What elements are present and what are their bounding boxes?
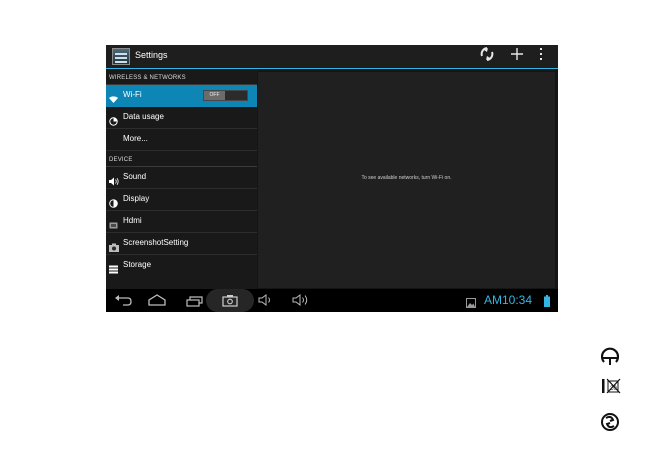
add-icon[interactable] — [507, 47, 527, 67]
sidebar-item-screenshot-setting[interactable]: ScreenshotSetting — [106, 233, 257, 255]
settings-app-icon[interactable] — [112, 48, 130, 65]
sidebar-item-wifi[interactable]: Wi-Fi OFF — [106, 85, 257, 107]
wifi-toggle[interactable]: OFF — [203, 90, 248, 101]
display-icon — [109, 195, 118, 208]
sidebar-item-label: Storage — [123, 260, 152, 269]
sidebar-item-display[interactable]: Display — [106, 189, 257, 211]
volume-up-icon[interactable] — [292, 293, 310, 308]
data-usage-icon — [109, 113, 118, 126]
system-navigation-bar: AM10:34 — [106, 289, 558, 312]
gallery-notification-icon[interactable] — [466, 295, 476, 310]
sidebar-item-more[interactable]: More... — [106, 129, 257, 151]
settings-sidebar: WIRELESS & NETWORKS Wi-Fi OFF Data usage… — [106, 69, 257, 289]
sidebar-item-sound[interactable]: Sound — [106, 167, 257, 189]
sound-icon — [109, 173, 119, 186]
sidebar-item-label: Hdmi — [123, 216, 142, 225]
category-header: DEVICE — [106, 151, 257, 167]
home-icon[interactable] — [148, 293, 166, 308]
storage-icon — [109, 261, 118, 274]
svg-text:20: 20 — [610, 386, 617, 392]
action-bar: Settings — [106, 45, 558, 69]
recycle-icon — [600, 412, 620, 437]
hdmi-icon — [109, 217, 118, 229]
tablet-screen: Settings WIRELESS & NETWORKS Wi-Fi OFF D… — [106, 45, 558, 312]
camera-icon — [109, 239, 119, 252]
sync-icon[interactable] — [477, 47, 497, 67]
screenshot-icon — [222, 294, 238, 312]
detail-pane: To see available networks, turn Wi-Fi on… — [258, 72, 555, 288]
sidebar-item-data-usage[interactable]: Data usage — [106, 107, 257, 129]
overflow-menu-icon[interactable] — [535, 47, 547, 67]
toggle-state: OFF — [209, 92, 220, 98]
sidebar-item-label: Wi-Fi — [123, 90, 142, 99]
page-title: Settings — [135, 50, 168, 60]
sidebar-item-hdmi[interactable]: Hdmi — [106, 211, 257, 233]
screenshot-button[interactable] — [206, 289, 254, 312]
category-header: WIRELESS & NETWORKS — [106, 69, 257, 85]
ce-mark-icon — [600, 345, 620, 370]
battery-icon[interactable] — [544, 294, 550, 309]
wifi-off-message: To see available networks, turn Wi-Fi on… — [361, 175, 452, 181]
back-icon[interactable] — [114, 293, 132, 308]
weee-icon: 20 — [602, 378, 622, 399]
clock[interactable]: AM10:34 — [484, 293, 532, 307]
sidebar-item-label: Data usage — [123, 112, 164, 121]
sidebar-item-label: Display — [123, 194, 150, 203]
sidebar-item-label: More... — [123, 134, 148, 143]
wifi-icon — [109, 91, 118, 103]
sidebar-item-label: Sound — [123, 172, 147, 181]
sidebar-item-storage[interactable]: Storage — [106, 255, 257, 277]
sidebar-item-label: ScreenshotSetting — [123, 238, 189, 247]
recents-icon[interactable] — [186, 293, 204, 308]
volume-down-icon[interactable] — [258, 293, 274, 308]
